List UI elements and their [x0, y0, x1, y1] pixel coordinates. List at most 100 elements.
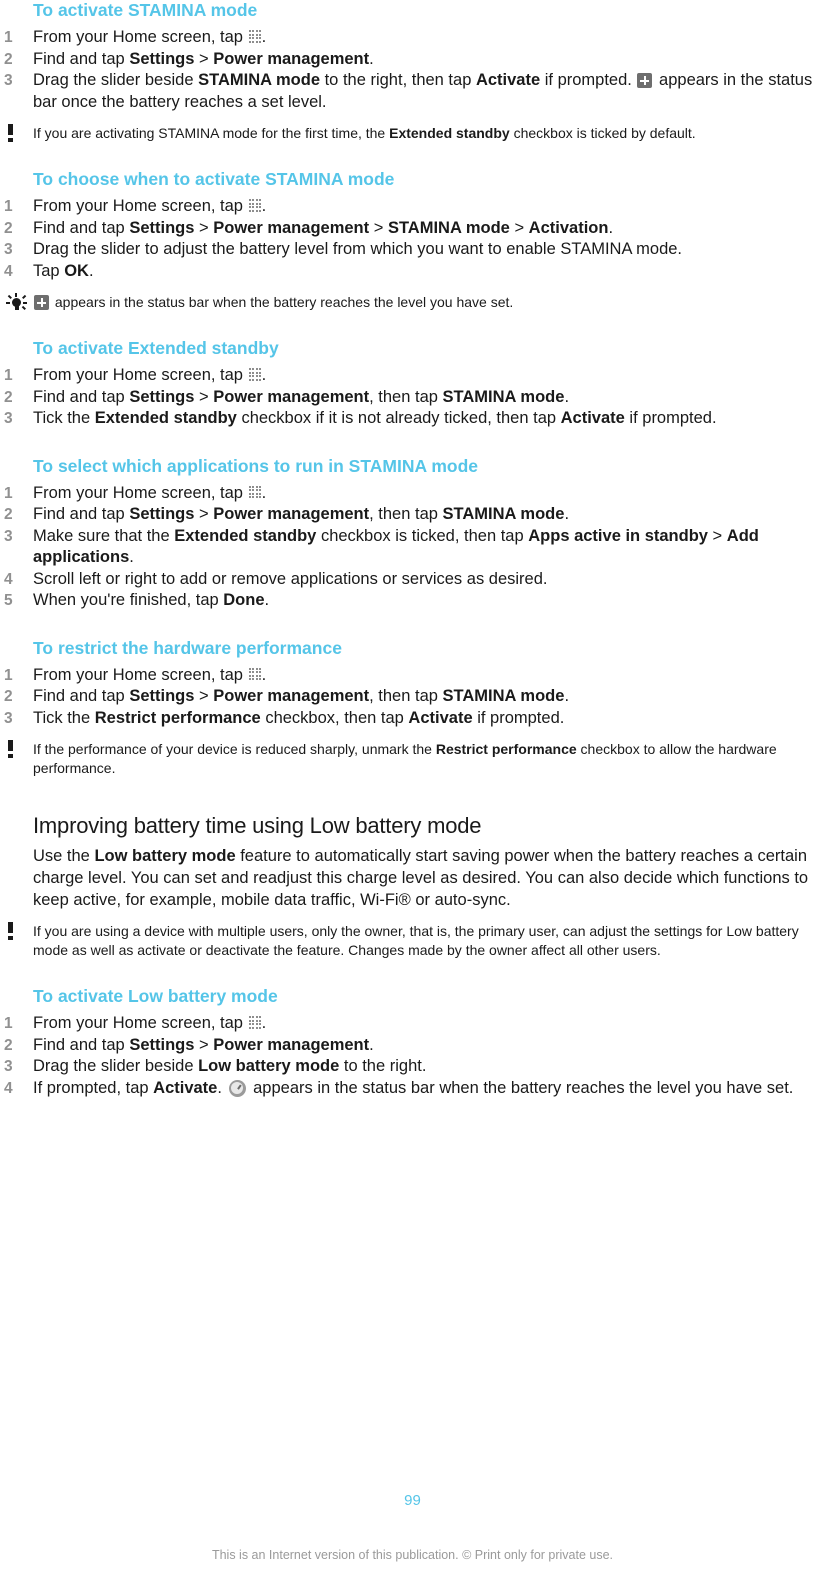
procedure-step: 1 From your Home screen, tap .: [0, 1013, 825, 1035]
step-text: Drag the slider to adjust the battery le…: [33, 240, 683, 258]
procedure-step-list: 1 From your Home screen, tap . 2 Find and t…: [0, 27, 825, 113]
step-number: 1: [4, 1015, 13, 1032]
step-number: 3: [4, 709, 13, 727]
battery-plus-status-icon: [637, 73, 653, 88]
step-text: From your Home screen, tap .: [33, 366, 267, 384]
app-drawer-icon: [248, 30, 262, 43]
note-text: If the performance of your device is red…: [33, 741, 777, 776]
procedure-step: 3 Tick the Extended standby checkbox if i…: [0, 408, 825, 430]
step-number: 3: [4, 72, 13, 89]
procedure-step-list: 1 From your Home screen, tap . 2 Find and t…: [0, 665, 825, 730]
procedure-heading: To choose when to activate STAMINA mode: [33, 169, 395, 189]
tip-note: appears in the status bar when the batte…: [0, 293, 825, 312]
low-battery-gauge-icon: [228, 1079, 246, 1097]
procedure-step: 4 If prompted, tap Activate. appears in t…: [0, 1078, 825, 1100]
procedure-heading: To activate Low battery mode: [33, 986, 278, 1006]
emphasis-term: Power management: [213, 49, 370, 68]
step-text: If prompted, tap Activate. appears in th…: [33, 1078, 794, 1097]
emphasis-term: Activation: [528, 218, 609, 237]
step-number: 2: [4, 506, 13, 523]
step-number: 3: [4, 527, 13, 545]
emphasis-term: Activate: [153, 1078, 218, 1097]
step-number: 3: [4, 1058, 13, 1075]
procedure-step: 1 From your Home screen, tap .: [0, 365, 825, 387]
app-drawer-icon: [248, 1016, 262, 1029]
procedure-step: 1 From your Home screen, tap .: [0, 196, 825, 218]
step-number: 3: [4, 410, 13, 427]
emphasis-term: Extended standby: [174, 526, 317, 545]
app-drawer-icon: [248, 199, 262, 212]
emphasis-term: Extended standby: [94, 409, 237, 427]
procedure-step: 4 Scroll left or right to add or remove a…: [0, 569, 825, 591]
emphasis-term: Activate: [475, 71, 541, 89]
procedure-step: 3 Make sure that the Extended standby che…: [0, 526, 825, 569]
tip-lightbulb-icon: [6, 293, 28, 313]
emphasis-term: STAMINA mode: [198, 71, 321, 89]
emphasis-term: Extended standby: [389, 125, 510, 141]
step-number: 1: [4, 484, 13, 502]
procedure-step: 3 Drag the slider to adjust the battery l…: [0, 239, 825, 261]
procedure-step: 2 Find and tap Settings > Power managemen…: [0, 218, 825, 240]
procedure-step: 1 From your Home screen, tap .: [0, 665, 825, 687]
procedure-heading: To select which applications to run in S…: [33, 455, 478, 476]
footer-copyright-note: This is an Internet version of this publ…: [211, 1548, 614, 1562]
procedure-step: 4 Tap OK.: [0, 261, 825, 283]
warning-note: If you are activating STAMINA mode for t…: [0, 124, 825, 143]
step-text: Tick the Restrict performance checkbox, …: [33, 708, 565, 727]
procedure-step-list: 1 From your Home screen, tap . 2 Find and t…: [0, 365, 825, 430]
app-drawer-icon: [248, 368, 262, 381]
emphasis-term: STAMINA mode: [387, 218, 510, 237]
procedure-step: 1 From your Home screen, tap .: [0, 483, 825, 505]
procedure-step: 3 Tick the Restrict performance checkbox,…: [0, 708, 825, 730]
emphasis-term: Restrict performance: [435, 741, 577, 757]
emphasis-term: Low battery mode: [198, 1057, 340, 1075]
emphasis-term: STAMINA mode: [442, 387, 565, 406]
procedure-heading: To restrict the hardware performance: [33, 637, 342, 658]
emphasis-term: Power management: [213, 1035, 370, 1054]
step-number: 1: [4, 29, 13, 46]
step-text: From your Home screen, tap .: [33, 197, 267, 215]
warning-exclamation-icon: [6, 124, 28, 144]
procedure-step: 1 From your Home screen, tap .: [0, 27, 825, 49]
warning-exclamation-icon: [6, 922, 28, 942]
step-number: 3: [4, 241, 13, 258]
step-text: When you're finished, tap Done.: [33, 591, 270, 609]
section-heading: Improving battery time using Low battery…: [33, 813, 482, 838]
emphasis-term: Settings: [129, 49, 195, 68]
emphasis-term: Settings: [129, 687, 195, 705]
step-text: Tap OK.: [33, 261, 94, 280]
procedure-heading: To activate STAMINA mode: [33, 0, 258, 20]
procedure-step-list: 1 From your Home screen, tap . 2 Find and t…: [0, 196, 825, 282]
step-text: From your Home screen, tap .: [33, 1014, 267, 1032]
app-drawer-icon: [248, 485, 262, 499]
procedure-step: 3 Drag the slider beside Low battery mode…: [0, 1056, 825, 1078]
emphasis-term: Low battery mode: [94, 847, 236, 865]
app-drawer-icon: [248, 667, 262, 681]
step-number: 4: [4, 570, 13, 588]
page-number: 99: [404, 1492, 421, 1509]
step-number: 1: [4, 367, 13, 384]
step-text: From your Home screen, tap .: [33, 28, 267, 46]
note-text: appears in the status bar when the batte…: [33, 294, 513, 310]
emphasis-term: OK: [64, 261, 89, 280]
emphasis-term: Restrict performance: [94, 708, 261, 727]
step-text: Find and tap Settings > Power management…: [33, 218, 614, 237]
step-number: 2: [4, 50, 13, 68]
section-body-paragraph: Use the Low battery mode feature to auto…: [33, 847, 809, 909]
step-text: Find and tap Settings > Power management…: [33, 687, 570, 705]
procedure-step: 2 Find and tap Settings > Power managemen…: [0, 686, 825, 708]
step-text: Drag the slider beside Low battery mode …: [33, 1057, 427, 1075]
emphasis-term: Activate: [560, 409, 625, 427]
emphasis-term: Settings: [129, 387, 195, 406]
procedure-step: 2 Find and tap Settings > Power managemen…: [0, 49, 825, 71]
manual-page: To activate STAMINA mode 1 From your Home …: [0, 0, 825, 1590]
procedure-step: 2 Find and tap Settings > Power managemen…: [0, 504, 825, 526]
note-text: If you are using a device with multiple …: [33, 923, 799, 958]
emphasis-term: Settings: [129, 218, 195, 237]
procedure-step: 2 Find and tap Settings > Power managemen…: [0, 1035, 825, 1057]
